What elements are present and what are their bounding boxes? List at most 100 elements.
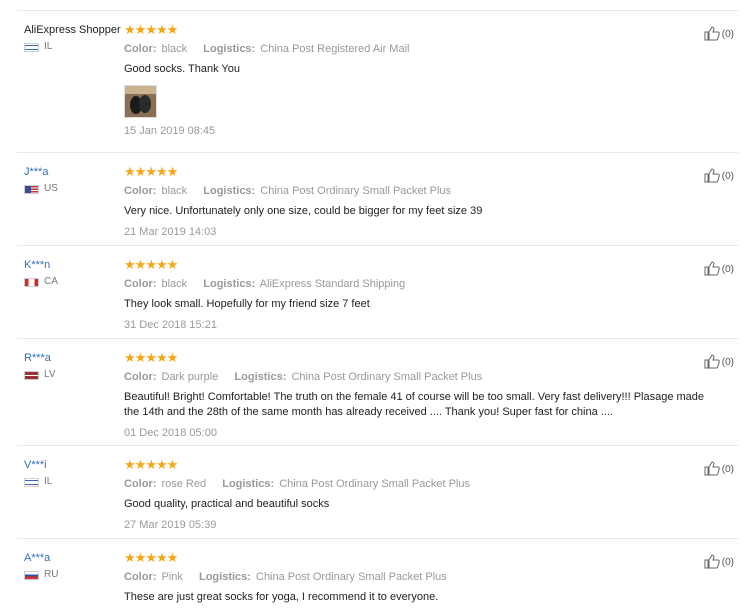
review-body: ★ ★ ★ ★ ★ Color: Dark purple Logistics: Chin…	[124, 351, 714, 440]
reviewer-info: K***n CA	[24, 258, 124, 288]
star-icon: ★	[134, 350, 147, 365]
star-icon: ★	[145, 257, 157, 272]
review-text: Very nice. Unfortunately only one size, …	[124, 205, 483, 217]
country-code: US	[44, 183, 58, 194]
star-rating: ★ ★ ★ ★ ★	[124, 458, 714, 472]
star-icon: ★	[134, 257, 147, 272]
thumbs-up-icon	[704, 167, 720, 186]
review-date: 01 Dec 2018 05:00	[124, 427, 217, 439]
color-value: black	[161, 278, 188, 290]
star-icon: ★	[124, 257, 136, 272]
star-icon: ★	[166, 257, 179, 272]
logistics-label: Logistics:	[222, 478, 275, 490]
review-text: Good socks. Thank You	[124, 63, 240, 75]
review-body: ★ ★ ★ ★ ★ Color: Pink Logistics: China Post …	[124, 551, 714, 605]
helpful-button[interactable]: (0)	[704, 167, 734, 186]
logistics-value: China Post Ordinary Small Packet Plus	[260, 185, 452, 197]
helpful-button[interactable]: (0)	[704, 353, 734, 372]
reviewer-info: AliExpress Shopper IL	[24, 23, 124, 53]
helpful-count: (0)	[721, 464, 734, 475]
review-body: ★ ★ ★ ★ ★ Color: black Logistics: China Post…	[124, 23, 714, 138]
review-item: A***a RU ★ ★ ★ ★ ★ Color: Pink Logistics: Ch…	[17, 539, 738, 608]
country-code: CA	[44, 276, 58, 287]
helpful-button[interactable]: (0)	[704, 25, 734, 44]
reviewer-country: IL	[24, 476, 124, 488]
star-icon: ★	[134, 22, 147, 37]
review-body: ★ ★ ★ ★ ★ Color: rose Red Logistics: China P…	[124, 458, 714, 532]
color-label: Color:	[124, 571, 157, 583]
logistics-value: China Post Ordinary Small Packet Plus	[291, 371, 483, 383]
review-date: 21 Mar 2019 14:03	[124, 226, 217, 238]
logistics-value: China Post Ordinary Small Packet Plus	[256, 571, 447, 583]
reviewer-info: J***a US	[24, 165, 124, 195]
helpful-count: (0)	[721, 557, 734, 568]
helpful-button[interactable]: (0)	[704, 260, 734, 279]
star-icon: ★	[134, 164, 147, 179]
review-text: They look small. Hopefully for my friend…	[124, 298, 370, 310]
helpful-count: (0)	[721, 357, 734, 368]
flag-ru-icon	[24, 570, 39, 580]
logistics-value: China Post Ordinary Small Packet Plus	[279, 478, 470, 490]
reviewer-name[interactable]: K***n	[24, 258, 124, 272]
review-date: 15 Jan 2019 08:45	[124, 125, 216, 137]
review-body: ★ ★ ★ ★ ★ Color: black Logistics: China Post…	[124, 165, 714, 239]
star-rating: ★ ★ ★ ★ ★	[124, 23, 714, 37]
review-meta: Color: black Logistics: AliExpress Stand…	[124, 277, 714, 291]
logistics-value: China Post Registered Air Mail	[260, 43, 410, 55]
star-icon: ★	[145, 550, 157, 565]
star-icon: ★	[124, 350, 136, 365]
star-icon: ★	[166, 22, 179, 37]
star-icon: ★	[155, 257, 168, 272]
thumbs-up-icon	[704, 460, 720, 479]
star-icon: ★	[166, 164, 179, 179]
helpful-button[interactable]: (0)	[704, 460, 734, 479]
review-date: 31 Dec 2018 15:21	[124, 319, 217, 331]
review-item: V***i IL ★ ★ ★ ★ ★ Color: rose Red Logistics…	[17, 446, 738, 539]
helpful-count: (0)	[721, 264, 734, 275]
reviewer-name[interactable]: V***i	[24, 458, 124, 472]
review-body: ★ ★ ★ ★ ★ Color: black Logistics: AliExpress…	[124, 258, 714, 332]
flag-il-icon	[24, 477, 39, 487]
color-value: rose Red	[161, 478, 207, 490]
star-icon: ★	[124, 457, 136, 472]
reviewer-info: R***a LV	[24, 351, 124, 381]
logistics-label: Logistics:	[234, 371, 287, 383]
reviewer-country: US	[24, 183, 124, 195]
review-meta: Color: black Logistics: China Post Ordin…	[124, 184, 714, 198]
review-text: Good quality, practical and beautiful so…	[124, 498, 330, 510]
flag-il-icon	[24, 42, 39, 52]
reviewer-name: AliExpress Shopper	[24, 24, 121, 36]
star-icon: ★	[155, 350, 168, 365]
star-icon: ★	[155, 457, 168, 472]
star-icon: ★	[166, 457, 179, 472]
star-icon: ★	[155, 550, 168, 565]
helpful-button[interactable]: (0)	[704, 553, 734, 572]
review-photo-thumbnail[interactable]	[124, 85, 157, 118]
logistics-label: Logistics:	[203, 278, 256, 290]
star-icon: ★	[124, 550, 136, 565]
review-item: J***a US ★ ★ ★ ★ ★ Color: black Logistics: C…	[17, 153, 738, 246]
country-code: LV	[44, 369, 56, 380]
logistics-label: Logistics:	[203, 43, 256, 55]
reviewer-name[interactable]: A***a	[24, 551, 124, 565]
star-icon: ★	[155, 22, 168, 37]
color-label: Color:	[124, 43, 157, 55]
star-icon: ★	[134, 550, 147, 565]
color-label: Color:	[124, 478, 157, 490]
star-icon: ★	[166, 550, 179, 565]
country-code: IL	[44, 476, 53, 487]
color-value: black	[161, 43, 188, 55]
review-meta: Color: Dark purple Logistics: China Post…	[124, 370, 714, 384]
star-icon: ★	[124, 164, 136, 179]
star-icon: ★	[145, 457, 157, 472]
helpful-count: (0)	[721, 29, 734, 40]
color-value: Dark purple	[161, 371, 219, 383]
review-text: Beautiful! Bright! Comfortable! The trut…	[124, 391, 705, 418]
star-icon: ★	[145, 350, 157, 365]
reviewer-country: RU	[24, 569, 124, 581]
reviewer-country: CA	[24, 276, 124, 288]
reviewer-name[interactable]: J***a	[24, 165, 124, 179]
reviewer-name[interactable]: R***a	[24, 351, 124, 365]
thumbs-up-icon	[704, 260, 720, 279]
review-text: These are just great socks for yoga, I r…	[124, 591, 439, 603]
